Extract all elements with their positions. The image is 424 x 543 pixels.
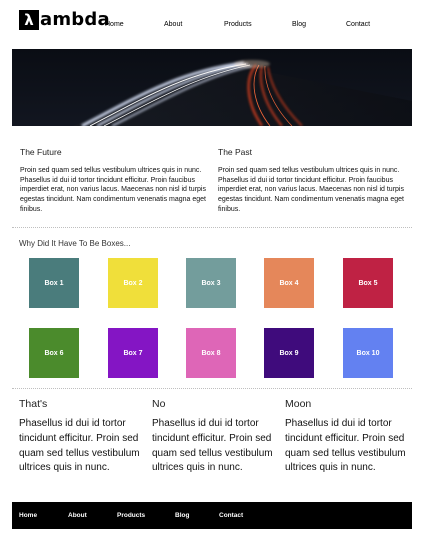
moon-text: Phasellus id dui id tortor tincidunt eff…	[285, 418, 406, 474]
moon-column: Moon Phasellus id dui id tortor tincidun…	[285, 398, 410, 476]
box-1[interactable]: Box 1	[29, 258, 79, 308]
box-3[interactable]: Box 3	[186, 258, 236, 308]
light-trails-image	[12, 49, 412, 126]
box-7[interactable]: Box 7	[108, 328, 158, 378]
moon-heading: Moon	[285, 398, 312, 410]
thats-column: That's Phasellus id dui id tortor tincid…	[19, 398, 144, 476]
site-footer: Home About Products Blog Contact	[12, 502, 412, 529]
footer-products-link[interactable]: Products	[117, 512, 145, 519]
box-10[interactable]: Box 10	[343, 328, 393, 378]
future-heading: The Future	[20, 147, 62, 157]
footer-home-link[interactable]: Home	[19, 512, 37, 519]
hero-image	[12, 49, 412, 126]
past-text: Proin sed quam sed tellus vestibulum ult…	[218, 167, 404, 213]
box-9[interactable]: Box 9	[264, 328, 314, 378]
lambda-logo-icon: λ	[19, 10, 39, 30]
nav-blog-link[interactable]: Blog	[292, 21, 306, 28]
logo[interactable]: λ ambda	[19, 10, 110, 30]
footer-about-link[interactable]: About	[68, 512, 87, 519]
footer-blog-link[interactable]: Blog	[175, 512, 189, 519]
nav-about-link[interactable]: About	[164, 21, 182, 28]
no-column: No Phasellus id dui id tortor tincidunt …	[152, 398, 277, 476]
divider	[12, 227, 412, 228]
box-4[interactable]: Box 4	[264, 258, 314, 308]
nav-home-link[interactable]: Home	[105, 21, 124, 28]
site-header: λ ambda Home About Products Blog Contact	[0, 0, 424, 48]
future-text: Proin sed quam sed tellus vestibulum ult…	[20, 167, 206, 213]
box-8[interactable]: Box 8	[186, 328, 236, 378]
boxes-section-title: Why Did It Have To Be Boxes...	[19, 239, 131, 248]
footer-contact-link[interactable]: Contact	[219, 512, 243, 519]
thats-heading: That's	[19, 398, 48, 410]
future-column: The Future Proin sed quam sed tellus ves…	[20, 147, 210, 215]
divider	[12, 388, 412, 389]
nav-contact-link[interactable]: Contact	[346, 21, 370, 28]
box-2[interactable]: Box 2	[108, 258, 158, 308]
past-column: The Past Proin sed quam sed tellus vesti…	[218, 147, 408, 215]
box-5[interactable]: Box 5	[343, 258, 393, 308]
no-heading: No	[152, 398, 166, 410]
nav-products-link[interactable]: Products	[224, 21, 252, 28]
no-text: Phasellus id dui id tortor tincidunt eff…	[152, 418, 273, 474]
box-6[interactable]: Box 6	[29, 328, 79, 378]
logo-text: ambda	[40, 9, 110, 30]
past-heading: The Past	[218, 147, 253, 157]
thats-text: Phasellus id dui id tortor tincidunt eff…	[19, 418, 140, 474]
